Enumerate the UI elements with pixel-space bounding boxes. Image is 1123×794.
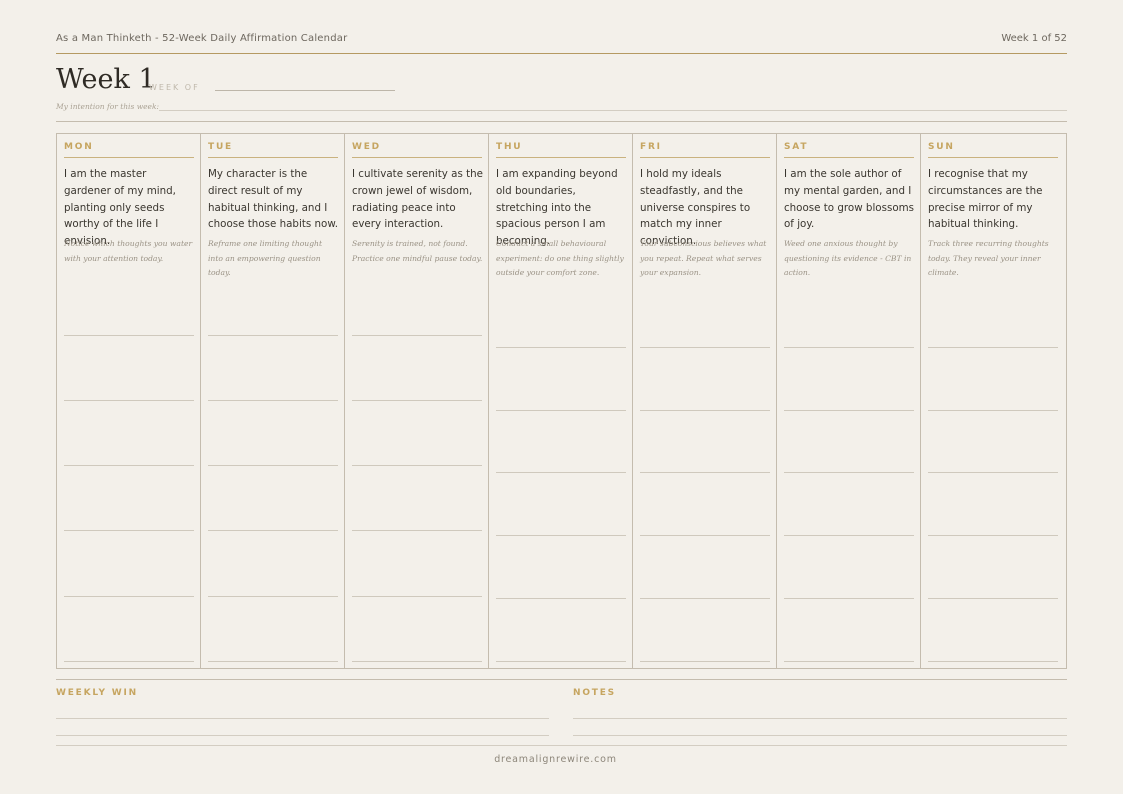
week-counter: Week 1 of 52 <box>1001 33 1067 44</box>
intention-label: My intention for this week: <box>56 102 160 111</box>
day-column-sat: SAT I am the sole author of my mental ga… <box>777 134 921 668</box>
writing-line[interactable] <box>496 472 626 473</box>
day-column-thu: THU I am expanding beyond old boundaries… <box>489 134 633 668</box>
day-divider <box>640 157 770 158</box>
day-divider <box>784 157 914 158</box>
week-of-field[interactable] <box>215 90 395 91</box>
day-divider <box>352 157 482 158</box>
day-column-tue: TUE My character is the direct result of… <box>201 134 345 668</box>
writing-line[interactable] <box>928 347 1058 348</box>
affirmation-text: My character is the direct result of my … <box>208 168 339 231</box>
writing-line[interactable] <box>640 410 770 411</box>
top-bar: As a Man Thinketh - 52-Week Daily Affirm… <box>56 33 1067 47</box>
affirmation-text: I recognise that my circumstances are th… <box>928 168 1043 231</box>
day-name: THU <box>496 142 523 152</box>
writing-line[interactable] <box>928 598 1058 599</box>
writing-line[interactable] <box>208 400 338 401</box>
writing-line[interactable] <box>64 335 194 336</box>
day-name: SUN <box>928 142 955 152</box>
footer-website: dreamalignrewire.com <box>494 754 617 765</box>
writing-line[interactable] <box>496 535 626 536</box>
writing-line[interactable] <box>640 535 770 536</box>
header-divider <box>56 121 1067 122</box>
writing-line[interactable] <box>496 347 626 348</box>
day-column-wed: WED I cultivate serenity as the crown je… <box>345 134 489 668</box>
writing-line[interactable] <box>352 530 482 531</box>
notes-label: NOTES <box>573 688 616 698</box>
writing-line[interactable] <box>928 410 1058 411</box>
day-divider <box>928 157 1058 158</box>
writing-line[interactable] <box>352 335 482 336</box>
journal-prompt: Conduct a small behavioural experiment: … <box>496 239 624 277</box>
journal-prompt: Track three recurring thoughts today. Th… <box>928 239 1049 277</box>
calendar-page: As a Man Thinketh - 52-Week Daily Affirm… <box>56 0 1067 794</box>
writing-line[interactable] <box>64 400 194 401</box>
weekly-win-line[interactable] <box>56 718 549 719</box>
writing-line[interactable] <box>208 465 338 466</box>
day-column-mon: MON I am the master gardener of my mind,… <box>57 134 201 668</box>
day-divider <box>496 157 626 158</box>
week-title: Week 1 <box>56 64 156 95</box>
writing-line[interactable] <box>352 596 482 597</box>
day-name: SAT <box>784 142 809 152</box>
intention-field[interactable] <box>159 110 1067 111</box>
writing-line[interactable] <box>352 661 482 662</box>
writing-line[interactable] <box>64 661 194 662</box>
writing-line[interactable] <box>640 598 770 599</box>
notes-line[interactable] <box>573 718 1067 719</box>
day-column-fri: FRI I hold my ideals steadfastly, and th… <box>633 134 777 668</box>
top-divider <box>56 53 1067 54</box>
writing-line[interactable] <box>784 347 914 348</box>
document-title: As a Man Thinketh - 52-Week Daily Affirm… <box>56 33 348 44</box>
writing-line[interactable] <box>352 465 482 466</box>
weekly-win-line[interactable] <box>56 735 549 736</box>
writing-line[interactable] <box>208 661 338 662</box>
writing-line[interactable] <box>496 598 626 599</box>
affirmation-text: I cultivate serenity as the crown jewel … <box>352 168 483 231</box>
footer-divider <box>56 745 1067 746</box>
writing-line[interactable] <box>928 661 1058 662</box>
writing-line[interactable] <box>928 472 1058 473</box>
week-of-label: WEEK OF <box>149 83 200 92</box>
writing-line[interactable] <box>784 598 914 599</box>
writing-line[interactable] <box>640 661 770 662</box>
day-divider <box>64 157 194 158</box>
journal-prompt: Notice which thoughts you water with you… <box>64 239 193 263</box>
journal-prompt: Your subconscious believes what you repe… <box>640 239 767 277</box>
writing-line[interactable] <box>208 596 338 597</box>
day-divider <box>208 157 338 158</box>
writing-line[interactable] <box>784 661 914 662</box>
day-column-sun: SUN I recognise that my circumstances ar… <box>921 134 1066 668</box>
writing-line[interactable] <box>208 530 338 531</box>
day-name: TUE <box>208 142 233 152</box>
writing-line[interactable] <box>640 347 770 348</box>
day-name: WED <box>352 142 381 152</box>
writing-line[interactable] <box>352 400 482 401</box>
writing-line[interactable] <box>640 472 770 473</box>
week-grid: MON I am the master gardener of my mind,… <box>56 133 1067 669</box>
notes-line[interactable] <box>573 735 1067 736</box>
writing-line[interactable] <box>784 535 914 536</box>
writing-line[interactable] <box>496 661 626 662</box>
writing-line[interactable] <box>784 410 914 411</box>
journal-prompt: Reframe one limiting thought into an emp… <box>208 239 322 277</box>
writing-line[interactable] <box>784 472 914 473</box>
writing-line[interactable] <box>64 596 194 597</box>
affirmation-text: I am the sole author of my mental garden… <box>784 168 915 231</box>
day-name: FRI <box>640 142 662 152</box>
weekly-win-label: WEEKLY WIN <box>56 688 138 698</box>
writing-line[interactable] <box>496 410 626 411</box>
writing-line[interactable] <box>64 530 194 531</box>
writing-line[interactable] <box>208 335 338 336</box>
writing-line[interactable] <box>64 465 194 466</box>
journal-prompt: Serenity is trained, not found. Practice… <box>352 239 483 263</box>
bottom-divider <box>56 679 1067 680</box>
writing-line[interactable] <box>928 535 1058 536</box>
day-name: MON <box>64 142 94 152</box>
journal-prompt: Weed one anxious thought by questioning … <box>784 239 912 277</box>
